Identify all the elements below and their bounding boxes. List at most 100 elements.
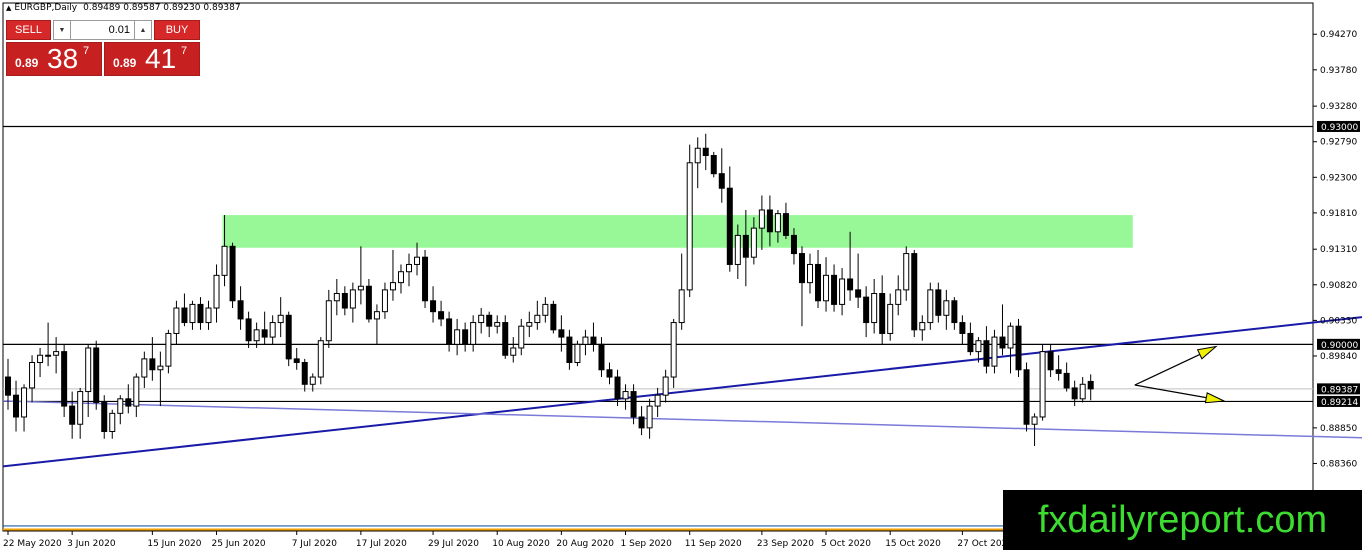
chart-area[interactable]: 0.94270 0.93780 0.93280 0.92790 0.92300 0.918… xyxy=(0,0,1362,554)
candle xyxy=(93,340,100,410)
candle xyxy=(502,315,509,359)
candle xyxy=(37,347,44,378)
x-tick-label: 3 Jun 2020 xyxy=(67,539,116,549)
candle-body xyxy=(630,391,637,418)
candle-body xyxy=(734,234,741,265)
candle-body xyxy=(5,376,11,396)
candle xyxy=(21,384,28,432)
candle xyxy=(85,344,92,417)
candle-body xyxy=(887,303,894,334)
candle xyxy=(277,297,284,338)
candle-body xyxy=(863,296,870,324)
candle-body xyxy=(69,405,76,425)
candle-body xyxy=(430,300,437,313)
candle-body xyxy=(77,391,84,425)
candle xyxy=(887,293,894,341)
buy-price-box[interactable]: 0.89 41 7 xyxy=(104,42,200,76)
candle-body xyxy=(807,263,813,284)
candle-body xyxy=(61,351,68,407)
candle-body xyxy=(486,314,493,327)
candle-body xyxy=(1007,325,1014,349)
candle xyxy=(911,249,918,338)
sell-button[interactable]: SELL xyxy=(6,20,51,40)
x-tick-label: 1 Sep 2020 xyxy=(621,539,673,549)
candle xyxy=(261,311,268,345)
candle xyxy=(518,318,525,356)
x-tick-label: 22 May 2020 xyxy=(3,539,62,549)
candle-body xyxy=(871,293,878,324)
candle-body xyxy=(53,351,60,356)
candle-body xyxy=(1055,369,1062,374)
y-tick-label: 0.90820 xyxy=(1320,281,1357,291)
candle xyxy=(462,322,469,352)
candle-body xyxy=(494,322,501,327)
candle-body xyxy=(173,307,180,334)
candle xyxy=(646,398,653,439)
candle-body xyxy=(815,263,822,302)
candle-body xyxy=(277,314,284,324)
candle xyxy=(157,351,164,407)
candle xyxy=(13,380,20,432)
candle-body xyxy=(542,303,549,316)
candle-body xyxy=(518,325,525,349)
candle-body xyxy=(397,271,404,284)
candle xyxy=(494,315,501,334)
candle xyxy=(229,242,236,309)
candle xyxy=(1023,362,1030,432)
candle-body xyxy=(662,376,669,396)
candle-body xyxy=(975,340,982,353)
lot-size-input[interactable] xyxy=(71,21,134,39)
candle xyxy=(349,282,356,323)
candle-body xyxy=(1039,351,1046,418)
candle-body xyxy=(606,369,613,378)
candle xyxy=(53,337,60,374)
candle xyxy=(670,318,677,388)
candle xyxy=(815,249,822,309)
candle xyxy=(903,246,910,301)
candle xyxy=(959,315,966,345)
candle-body xyxy=(309,376,316,385)
candle-body xyxy=(678,289,685,324)
chart-header: ▲ EURGBP,Daily 0.89489 0.89587 0.89230 0.8… xyxy=(6,3,241,13)
candle-body xyxy=(381,289,388,313)
candle xyxy=(486,311,493,338)
candle-body xyxy=(101,401,108,433)
candle-body xyxy=(478,314,485,324)
candle-body xyxy=(670,322,677,378)
candle xyxy=(967,322,974,356)
candle xyxy=(285,311,292,367)
candle-body xyxy=(718,173,725,189)
candle-body xyxy=(365,285,372,320)
candle-body xyxy=(21,387,28,418)
candle-body xyxy=(798,253,805,284)
lot-increase-icon[interactable]: ▲ xyxy=(134,21,151,39)
x-tick-label: 10 Aug 2020 xyxy=(492,539,550,549)
candle xyxy=(590,322,597,352)
candle xyxy=(301,358,308,392)
buy-button[interactable]: BUY xyxy=(154,20,200,40)
candle-body xyxy=(333,293,340,302)
candle xyxy=(1063,362,1070,392)
candle-body xyxy=(125,398,132,407)
collapse-triangle-icon[interactable]: ▲ xyxy=(6,4,11,12)
candle xyxy=(798,246,805,327)
candle-body xyxy=(446,318,453,345)
x-tick-label: 23 Sep 2020 xyxy=(757,539,814,549)
price-label: 0.89387 xyxy=(1321,385,1358,395)
y-tick-label: 0.89840 xyxy=(1320,352,1357,362)
x-tick-label: 15 Jun 2020 xyxy=(147,539,201,549)
candle-body xyxy=(1015,325,1022,371)
candle-body xyxy=(373,311,380,320)
candle-body xyxy=(726,187,733,265)
lot-decrease-icon[interactable]: ▼ xyxy=(54,21,71,39)
sell-price-box[interactable]: 0.89 38 7 xyxy=(6,42,102,76)
y-tick-label: 0.93280 xyxy=(1320,102,1357,112)
candle xyxy=(526,311,533,338)
candle-body xyxy=(983,340,990,367)
candle-body xyxy=(686,162,693,291)
candle-body xyxy=(534,314,541,324)
plot-frame xyxy=(2,2,1314,532)
candlestick-chart[interactable]: 0.94270 0.93780 0.93280 0.92790 0.92300 0.918… xyxy=(0,0,1362,554)
candle xyxy=(1039,344,1046,421)
candle xyxy=(823,257,830,312)
